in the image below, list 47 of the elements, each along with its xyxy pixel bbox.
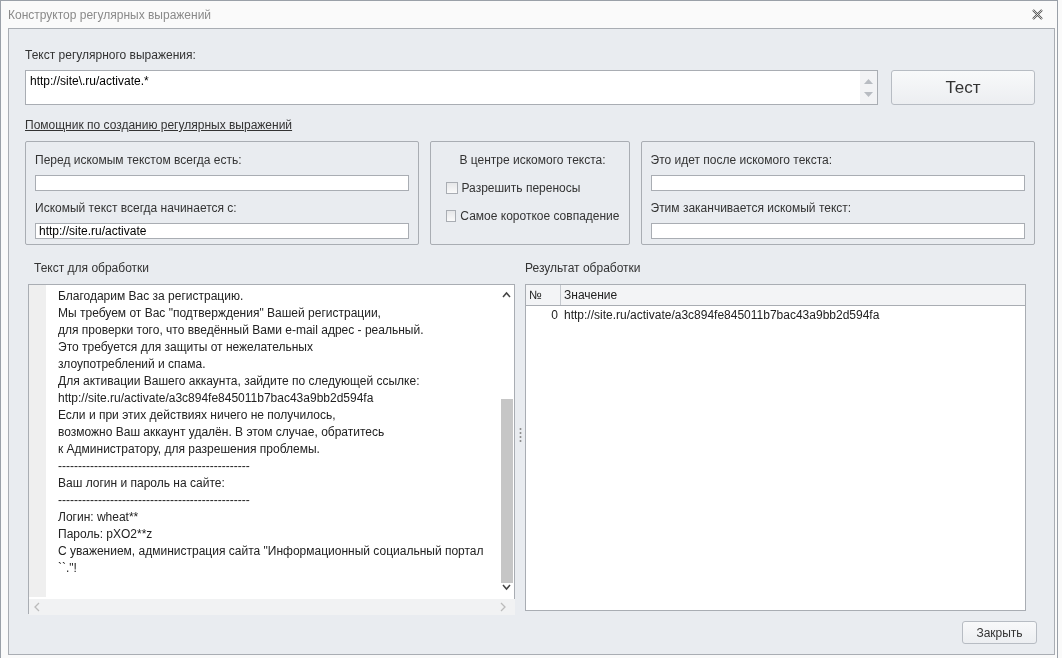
table-cell-text: http://site.ru/activate/a3c894fe845011b7bac43a9bb2d594fa — [563, 307, 880, 324]
group-title: В центре искомого текста: — [459, 152, 606, 169]
spin-arrows-icon[interactable] — [860, 71, 877, 104]
text-line: возможно Ваш аккаунт удалён. В этом случае, обратитесь — [58, 424, 386, 441]
text-line: к Администратору, для разрешения проблемы. — [58, 441, 321, 458]
text-line: ------------------------------------------------ — [58, 458, 251, 475]
text-field[interactable] — [650, 223, 1025, 239]
text-line: для проверки того, что введённый Вами e-mail адрес - реальный. — [58, 322, 425, 339]
text-line: Это требуется для защиты от нежелательных — [58, 339, 314, 356]
text-line: Для активации Вашего аккаунта, зайдите по следующей ссылке: — [58, 373, 421, 390]
text-line: Если и при этих действиях ничего не получилось, — [58, 407, 337, 424]
text-field[interactable] — [650, 175, 1025, 191]
text-line: С уважением, администрация сайта "Информационный социальный портал — [58, 543, 485, 560]
text-line: злоупотреблений и спама. — [58, 356, 207, 373]
section-label: Текст для обработки — [33, 260, 150, 277]
table-cell-text: 0 — [550, 307, 559, 324]
field-label: Перед искомым текстом всегда есть: — [35, 152, 243, 169]
close-icon[interactable] — [1032, 9, 1043, 20]
test-button[interactable]: Тест — [891, 70, 1035, 105]
text-field[interactable]: http://site.ru/activate — [35, 223, 409, 239]
text-line: Ваш логин и пароль на сайте: — [58, 475, 226, 492]
window-title: Конструктор регулярных выражений — [8, 6, 212, 24]
horizontal-scrollbar[interactable] — [29, 597, 514, 613]
text-line: Благодарим Вас за регистрацию. — [58, 288, 245, 305]
text-area[interactable] — [28, 284, 515, 614]
helper-link[interactable]: Помощник по созданию регулярных выражений — [25, 116, 293, 134]
checkbox-label[interactable]: Разрешить переносы — [461, 179, 581, 197]
checkbox[interactable] — [445, 210, 457, 222]
checkbox-label[interactable]: Самое короткое совпадение — [460, 207, 620, 225]
splitter-grip-icon[interactable] — [518, 427, 522, 443]
field-label: Текст регулярного выражения: — [25, 47, 196, 64]
section-label: Результат обработки — [525, 260, 642, 277]
text-field[interactable] — [35, 175, 409, 191]
text-line: ------------------------------------------------ — [58, 492, 251, 509]
close-button[interactable]: Закрыть — [962, 621, 1037, 644]
text-line: Мы требуем от Вас "подтверждения" Вашей регистрации, — [58, 305, 382, 322]
regex-field[interactable]: http://site\.ru/activate.* — [25, 70, 878, 105]
field-label: Этим заканчивается искомый текст: — [650, 200, 853, 217]
text-line: Пароль: pXO2**z — [58, 526, 154, 543]
text-line: Логин: wheat** — [58, 509, 140, 526]
field-label: Искомый текст всегда начинается с: — [35, 200, 238, 217]
column-header[interactable]: № — [526, 285, 561, 305]
checkbox[interactable] — [445, 182, 458, 194]
text-line: http://site.ru/activate/a3c894fe845011b7bac43a9bb2d594fa — [58, 390, 375, 407]
column-header[interactable]: Значение — [561, 285, 1025, 305]
field-label: Это идет после искомого текста: — [650, 152, 834, 169]
text-line: ``."! — [58, 560, 78, 577]
